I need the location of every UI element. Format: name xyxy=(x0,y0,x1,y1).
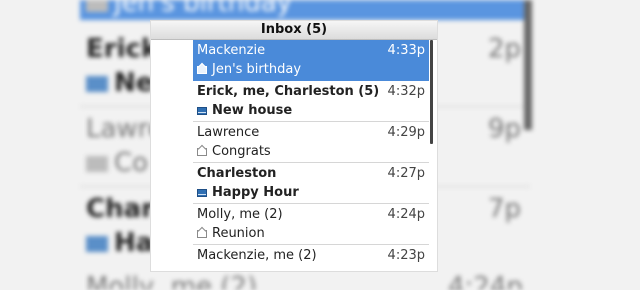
inbox-screen: Inbox (5) Mackenzie 4:33p Jen's birthday… xyxy=(151,21,437,271)
message-subject-line: Jen's birthday xyxy=(197,62,301,77)
message-subject-line: Happy Hour xyxy=(197,185,299,200)
message-time: 4:27p xyxy=(387,166,425,181)
closed-envelope-icon xyxy=(86,75,108,92)
message-time: 4:24p xyxy=(387,207,425,222)
message-sender: Lawrence xyxy=(197,125,260,140)
message-time: 4:33p xyxy=(387,43,425,58)
closed-envelope-icon xyxy=(197,188,207,197)
message-time: 4:32p xyxy=(387,84,425,99)
bg-row-time: 2p xyxy=(488,34,522,64)
bg-row-subject: Co xyxy=(86,148,148,178)
open-envelope-icon xyxy=(197,65,207,74)
closed-envelope-icon xyxy=(197,106,207,115)
message-sender: Charleston xyxy=(197,166,277,181)
bg-row-subject-text: Ha xyxy=(114,228,154,258)
bg-row-time: 4:24p xyxy=(448,272,523,290)
bg-selected-subject-text: Jen's birthday xyxy=(114,0,293,18)
message-subject: Happy Hour xyxy=(212,185,299,200)
message-row[interactable]: Erick, me, Charleston (5) 4:32p New hous… xyxy=(193,81,429,122)
message-row[interactable]: Mackenzie 4:33p Jen's birthday xyxy=(193,40,429,81)
message-sender: Mackenzie xyxy=(197,43,266,58)
message-time: 4:23p xyxy=(387,248,425,263)
open-envelope-icon xyxy=(86,155,108,172)
message-subject: Congrats xyxy=(212,144,271,159)
bg-row-sender: Char xyxy=(86,194,154,224)
message-sender: Molly, me (2) xyxy=(197,207,283,222)
bg-row-time: 9p xyxy=(488,114,522,144)
message-row[interactable]: Molly, me (2) 4:24p Reunion xyxy=(193,204,429,245)
bg-selected-subject: Jen's birthday xyxy=(86,0,292,18)
inbox-title: Inbox (5) xyxy=(151,21,437,40)
bg-row-subject-text: Co xyxy=(114,148,149,178)
message-sender: Erick, me, Charleston (5) xyxy=(197,84,380,99)
bg-row-sender: Erick xyxy=(86,34,159,64)
message-subject: New house xyxy=(212,103,293,118)
message-row[interactable]: Charleston 4:27p Happy Hour xyxy=(193,163,429,204)
message-time: 4:29p xyxy=(387,125,425,140)
message-row[interactable]: Lawrence 4:29p Congrats xyxy=(193,122,429,163)
message-subject-line: Reunion xyxy=(197,226,265,241)
message-subject: Reunion xyxy=(212,226,265,241)
message-row[interactable]: Mackenzie, me (2) 4:23p xyxy=(193,245,429,271)
bg-row-subject: Ha xyxy=(86,228,153,258)
bg-scrollbar xyxy=(524,0,532,130)
bg-row-time: 7p xyxy=(488,194,522,224)
open-envelope-icon xyxy=(86,0,108,12)
scrollbar[interactable] xyxy=(430,40,433,144)
message-subject-line: New house xyxy=(197,103,292,118)
open-envelope-icon xyxy=(197,147,207,156)
message-subject: Jen's birthday xyxy=(212,62,302,77)
message-sender: Mackenzie, me (2) xyxy=(197,248,317,263)
closed-envelope-icon xyxy=(86,235,108,252)
message-list: Mackenzie 4:33p Jen's birthday Erick, me… xyxy=(193,40,429,271)
open-envelope-icon xyxy=(197,229,207,238)
bg-row-sender: Molly, me (2) xyxy=(86,272,258,290)
message-subject-line: Congrats xyxy=(197,144,271,159)
